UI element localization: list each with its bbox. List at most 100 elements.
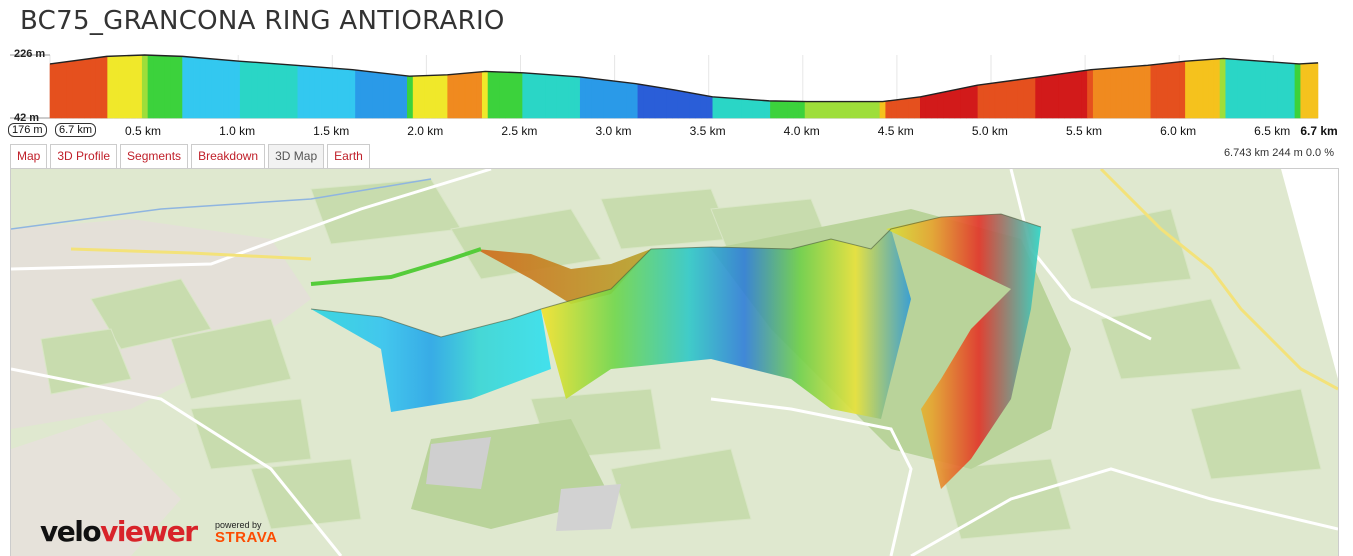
profile-segment	[320, 66, 327, 119]
profile-segment	[551, 74, 558, 119]
profile-segment	[677, 90, 685, 119]
profile-segment	[1254, 60, 1261, 119]
profile-segment	[977, 83, 985, 119]
x-tick-label: 4.0 km	[783, 124, 820, 138]
profile-segment	[424, 75, 431, 119]
profile-segment	[724, 97, 731, 119]
profile-segment	[199, 57, 206, 119]
profile-segment	[954, 88, 961, 119]
profile-segment	[620, 81, 627, 119]
profile-segment	[130, 54, 137, 119]
profile-segment	[522, 72, 529, 119]
profile-segment	[1265, 61, 1273, 119]
profile-segment	[1300, 63, 1307, 119]
profile-segment	[1069, 71, 1077, 119]
profile-segment	[528, 72, 535, 119]
profile-segment	[72, 59, 80, 119]
profile-segment	[1127, 66, 1134, 119]
x-tick-label-end: 6.7 km	[1300, 124, 1338, 138]
profile-segment	[787, 100, 794, 119]
profile-segment	[729, 97, 737, 119]
profile-segment	[395, 74, 402, 119]
profile-segment	[1231, 58, 1238, 119]
profile-segment	[90, 57, 97, 119]
profile-segment	[1271, 61, 1278, 119]
profile-segment	[1150, 63, 1157, 119]
map-canvas[interactable]	[11, 169, 1338, 556]
profile-segment	[95, 56, 103, 119]
page-title: BC75_GRANCONA RING ANTIORARIO	[20, 6, 505, 36]
profile-segment	[164, 55, 172, 119]
profile-segment	[481, 71, 489, 119]
tab-breakdown[interactable]: Breakdown	[191, 144, 266, 168]
profile-segment	[510, 72, 518, 119]
profile-segment	[868, 101, 875, 119]
3d-map-view[interactable]	[10, 168, 1339, 556]
tab-segments[interactable]: Segments	[120, 144, 189, 168]
profile-segment	[118, 55, 126, 119]
profile-segment	[1075, 70, 1082, 119]
profile-segment	[1237, 59, 1244, 119]
profile-segment	[879, 100, 887, 119]
profile-segment	[764, 100, 771, 119]
profile-segment	[1173, 61, 1180, 119]
profile-segment	[925, 94, 933, 119]
profile-segment	[966, 85, 973, 119]
profile-segment	[747, 98, 754, 119]
elevation-profile-chart[interactable]	[0, 40, 1353, 146]
profile-segment	[989, 82, 996, 119]
profile-segment	[597, 78, 604, 119]
profile-segment	[458, 72, 466, 119]
profile-segment	[914, 96, 921, 119]
profile-segment	[1185, 60, 1192, 119]
profile-segment	[141, 54, 149, 119]
profile-segment	[366, 71, 374, 119]
profile-segment	[712, 96, 719, 119]
profile-segment	[556, 74, 564, 119]
profile-segment	[626, 82, 633, 119]
profile-segment	[1041, 75, 1048, 119]
profile-segment	[1260, 60, 1267, 119]
profile-segment	[383, 72, 391, 119]
x-tick-label: 0.5 km	[124, 124, 162, 138]
x-tick-label: 5.5 km	[1065, 124, 1103, 138]
cursor-elevation-badge: 176 m	[8, 123, 47, 137]
profile-segment	[758, 99, 765, 119]
profile-segment	[61, 61, 68, 119]
profile-segment	[1225, 58, 1232, 119]
profile-segment	[418, 75, 425, 119]
profile-segment	[1017, 78, 1025, 119]
profile-segment	[1087, 69, 1094, 119]
profile-segment	[920, 95, 927, 119]
profile-segment	[297, 65, 304, 119]
profile-segment	[188, 56, 195, 119]
profile-segment	[355, 69, 362, 119]
view-tabs: Map 3D Profile Segments Breakdown 3D Map Eart…	[10, 144, 370, 168]
profile-segment	[971, 84, 979, 119]
profile-segment	[1162, 62, 1169, 119]
elevation-profile[interactable]: 226 m 42 m 176 m 6.7 km 0.5 km 1.0 km 1.5 …	[0, 40, 1353, 146]
profile-segment	[441, 74, 448, 119]
profile-segment	[487, 71, 495, 119]
profile-segment	[654, 86, 662, 119]
tab-map[interactable]: Map	[10, 144, 48, 168]
tab-3d-map[interactable]: 3D Map	[268, 144, 325, 168]
profile-segment	[735, 98, 742, 119]
profile-segment	[1081, 69, 1088, 119]
tab-earth[interactable]: Earth	[327, 144, 370, 168]
profile-segment	[1092, 68, 1100, 119]
profile-segment	[1196, 59, 1204, 119]
tab-3d-profile[interactable]: 3D Profile	[50, 144, 118, 168]
profile-segment	[695, 93, 702, 119]
profile-segment	[101, 56, 108, 119]
profile-segment	[372, 71, 379, 119]
profile-segment	[839, 101, 846, 119]
profile-segment	[591, 78, 598, 119]
profile-segment	[245, 61, 253, 119]
profile-segment	[303, 65, 310, 119]
profile-segment	[585, 77, 593, 119]
profile-segment	[1306, 62, 1313, 119]
profile-segment	[389, 73, 397, 119]
profile-segment	[262, 62, 270, 119]
profile-segment	[833, 101, 840, 119]
